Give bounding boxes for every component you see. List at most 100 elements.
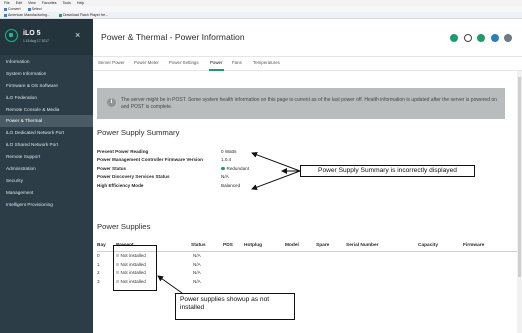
- power-status-text: Redundant: [226, 165, 249, 171]
- summary-title: Power Supply Summary: [97, 128, 180, 137]
- col-hotplug: Hotplug: [244, 243, 263, 248]
- sidebar-item-power-thermal[interactable]: Power & Thermal: [0, 115, 93, 128]
- favorites-bar: American Manufacturing... Download Flash…: [0, 12, 522, 19]
- cell-bay: 3: [97, 278, 100, 284]
- sidebar-item-dedicated-port[interactable]: iLO Dedicated Network Port: [0, 127, 93, 139]
- tab-bar: Server Power Power Meter Power Settings …: [93, 57, 522, 71]
- status-ok-icon: [221, 166, 225, 171]
- col-capacity: Capacity: [418, 243, 438, 248]
- tab-power[interactable]: Power: [210, 60, 222, 65]
- summary-label: Power Discovery Services Status: [97, 174, 170, 180]
- page-scrollbar[interactable]: [517, 71, 522, 333]
- convert-icon: [4, 7, 7, 11]
- sidebar-item-information[interactable]: Information: [0, 56, 93, 68]
- supplies-annotation-callout: Power supplies showup as not installed: [175, 293, 295, 320]
- sidebar-item-provisioning[interactable]: Intelligent Provisioning: [0, 199, 93, 211]
- cell-status: N/A: [193, 253, 201, 258]
- page-title: Power & Thermal - Power Information: [101, 32, 245, 42]
- summary-label: High Efficiency Mode: [97, 182, 144, 188]
- bookmark-1-label: American Manufacturing...: [8, 13, 50, 17]
- bookmark-2[interactable]: Download Flash Player fre...: [58, 13, 109, 17]
- col-bay: Bay: [97, 243, 106, 248]
- supplies-title: Power Supplies: [97, 222, 151, 231]
- present-column-highlight: [113, 245, 157, 291]
- summary-value: N/A: [221, 174, 229, 180]
- col-status: Status: [191, 243, 206, 248]
- tab-fans[interactable]: Fans: [232, 60, 242, 65]
- sidebar-nav: Information System Information Firmware …: [0, 56, 93, 211]
- health-status-icon[interactable]: [450, 34, 459, 42]
- sidebar: iLO 5 1.15 Aug 17 2017 × Information Sys…: [0, 19, 93, 333]
- arrow-to-efficiency-mode: [251, 170, 301, 191]
- menu-help[interactable]: Help: [77, 1, 84, 5]
- col-model: Model: [285, 243, 299, 248]
- sidebar-subtitle: 1.15 Aug 17 2017: [23, 39, 49, 43]
- sidebar-item-administration[interactable]: Administration: [0, 163, 93, 175]
- sidebar-item-security[interactable]: Security: [0, 175, 93, 187]
- info-icon: i: [107, 98, 116, 107]
- language-icon[interactable]: [490, 34, 499, 42]
- cell-status: N/A: [193, 278, 201, 284]
- menu-edit[interactable]: Edit: [16, 1, 22, 5]
- convert-button[interactable]: Convert: [4, 7, 21, 11]
- table-row: 2 Not installed N/A: [97, 269, 517, 278]
- active-tab-indicator: [209, 69, 224, 71]
- table-row: 0 Not installed N/A: [97, 252, 517, 261]
- arrow-to-power-reading: [251, 151, 301, 172]
- tab-power-settings[interactable]: Power Settings: [169, 60, 199, 65]
- sidebar-item-system-information[interactable]: System Information: [0, 68, 93, 80]
- menu-tools[interactable]: Tools: [62, 1, 70, 5]
- bookmark-1[interactable]: American Manufacturing...: [4, 13, 50, 17]
- select-button[interactable]: Select: [27, 7, 42, 11]
- bookmark-icon: [58, 13, 62, 17]
- close-icon[interactable]: ×: [75, 31, 80, 40]
- menu-favorites[interactable]: Favorites: [42, 1, 57, 5]
- summary-annotation-callout: Power Supply Summary is incorrectly disp…: [300, 165, 475, 177]
- table-row: 1 Not installed N/A: [97, 261, 517, 270]
- col-pds: PDS: [223, 243, 233, 248]
- ilo-logo-icon: [5, 29, 18, 42]
- uid-indicator-icon[interactable]: [463, 34, 472, 42]
- col-spare: Spare: [316, 243, 330, 248]
- col-firmware: Firmware: [463, 243, 485, 248]
- sidebar-item-remote-support[interactable]: Remote Support: [0, 151, 93, 163]
- cell-bay: 2: [97, 270, 100, 275]
- bookmark-icon: [4, 13, 7, 17]
- check-status-icon[interactable]: [477, 34, 486, 42]
- select-label: Select: [31, 7, 42, 11]
- summary-label: Power Management Controller Firmware Ver…: [97, 157, 203, 163]
- header-status-icons: [446, 34, 512, 42]
- cell-bay: 0: [97, 253, 100, 258]
- summary-label: Present Power Reading: [97, 149, 149, 154]
- tab-temperatures[interactable]: Temperatures: [253, 60, 280, 65]
- menu-file[interactable]: File: [4, 1, 10, 5]
- page-header: Power & Thermal - Power Information: [93, 19, 522, 57]
- summary-value: 0 Watts: [221, 149, 237, 154]
- summary-value-power-status: Redundant: [221, 165, 249, 173]
- sidebar-item-management[interactable]: Management: [0, 187, 93, 199]
- scrollbar-thumb[interactable]: [518, 77, 521, 277]
- summary-value: Balanced: [221, 182, 241, 188]
- col-serial-number: Serial Number: [346, 243, 379, 248]
- cell-status: N/A: [193, 261, 201, 267]
- cell-bay: 1: [97, 261, 100, 267]
- tab-server-power[interactable]: Server Power: [98, 60, 125, 65]
- post-info-banner: i The server might be in POST. Some syst…: [97, 88, 505, 119]
- convert-label: Convert: [8, 7, 21, 11]
- summary-label: Power Status: [97, 165, 127, 171]
- sidebar-item-firmware[interactable]: Firmware & OS Software: [0, 80, 93, 92]
- tab-power-meter[interactable]: Power Meter: [134, 60, 159, 65]
- sidebar-brand: iLO 5 1.15 Aug 17 2017 ×: [0, 19, 93, 55]
- banner-message: The server might be in POST. Some system…: [121, 97, 497, 110]
- user-icon[interactable]: [504, 34, 512, 42]
- bookmark-2-label: Download Flash Player fre...: [62, 13, 109, 17]
- table-row: 3 Not installed N/A: [97, 278, 517, 287]
- sidebar-item-federation[interactable]: iLO Federation: [0, 92, 93, 104]
- sidebar-title: iLO 5: [23, 30, 41, 37]
- cell-status: N/A: [193, 270, 201, 275]
- menu-view[interactable]: View: [28, 1, 36, 5]
- sidebar-item-remote-console[interactable]: Remote Console & Media: [0, 104, 93, 116]
- select-icon: [27, 7, 31, 11]
- sidebar-item-shared-port[interactable]: iLO Shared Network Port: [0, 139, 93, 151]
- summary-value: 1.0.4: [221, 157, 232, 163]
